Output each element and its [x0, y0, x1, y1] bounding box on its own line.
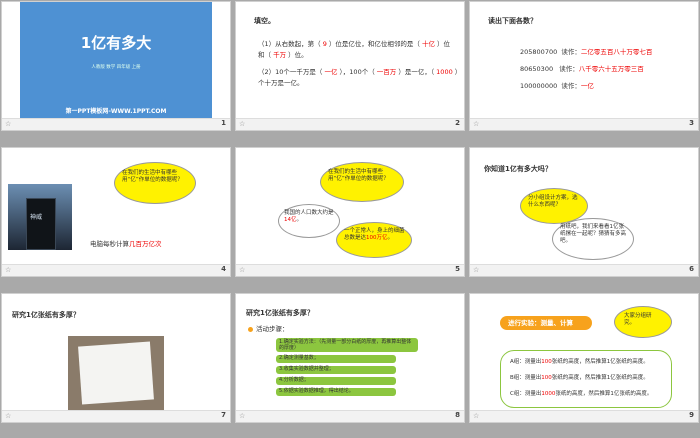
slide-number: 5 [455, 265, 460, 273]
group-row: B组：测量出100张纸的高度，然后推算1亿张纸的高度。 [510, 375, 649, 381]
bubble-text: 我国的人口数大约是14亿。 [284, 210, 334, 223]
slide-footer-bar: ☆ 9 [470, 410, 698, 422]
transition-icon: ☆ [239, 120, 246, 128]
bubble-text: 一个正常人，身上的细菌总数是达100万亿。 [344, 228, 405, 241]
question-line-2: 和（ 千万 ）位。 [258, 51, 308, 59]
transition-icon: ☆ [5, 266, 12, 274]
slide-subtitle: 人教版 数学 四年级 上册 [91, 65, 141, 70]
experiment-tag-text: 进行实验：测量、计算 [508, 319, 573, 327]
step-text: 1.确定实验方法：（先测量一部分白纸的厚度，再推算出整体的厚度） [279, 339, 412, 351]
bubble-text: 分小组设计方案，选什么东西呢？ [528, 195, 578, 208]
screen-label: 神威 [30, 214, 43, 221]
slide-footer-bar: ☆ 8 [236, 410, 464, 422]
caption: 电脑每秒计算几百万亿次 [90, 240, 162, 248]
number-row: 205800700 读作：二亿零五百八十万零七百 [520, 48, 653, 56]
paper-sheet [78, 341, 154, 405]
slide-number: 1 [221, 119, 226, 127]
slide-heading: 读出下面各数？ [488, 17, 537, 25]
slide-number: 4 [221, 265, 226, 273]
slide-footer-bar: ☆ 6 [470, 264, 698, 276]
slide-heading: 你知道1亿有多大吗？ [484, 165, 552, 173]
question-line-4: 个十万是一亿。 [258, 79, 304, 87]
transition-icon: ☆ [239, 266, 246, 274]
slide-thumbnail-2[interactable]: 填空。 （1）从右数起，第（ 9 ）位是亿位，和亿位相邻的是（ 十亿 ）位 和（… [236, 2, 464, 130]
slide-footer-bar: ☆ 1 [2, 118, 230, 130]
slide-footer-text: 第一PPT模板网-WWW.1PPT.COM [65, 108, 167, 115]
number-row: 100000000 读作：一亿 [520, 82, 594, 90]
step-text: 2.确定测量基数； [279, 355, 319, 361]
steps-label: 活动步骤： [256, 325, 289, 333]
slide-footer-bar: ☆ 7 [2, 410, 230, 422]
slide-thumbnail-5[interactable]: 在我们的生活中有哪些用“亿”作单位的数据呢？ 我国的人口数大约是14亿。 一个正… [236, 148, 464, 276]
slide-number: 2 [455, 119, 460, 127]
step-text: 4.分析数据； [279, 377, 309, 383]
server-rack [26, 198, 56, 250]
slide-number: 9 [689, 411, 694, 419]
transition-icon: ☆ [239, 412, 246, 420]
question-line-3: （2）10个一千万是（ 一亿 ），100个（ 一百万 ）是一亿，（ 1000 ） [258, 68, 462, 76]
slide-thumbnail-6[interactable]: 你知道1亿有多大吗？ 分小组设计方案，选什么东西呢？ 用纸吧，我们来看看1亿张纸… [470, 148, 698, 276]
slide-number: 7 [221, 411, 226, 419]
slide-footer-bar: ☆ 5 [236, 264, 464, 276]
bubble-text: 在我们的生活中有哪些用“亿”作单位的数据呢？ [328, 169, 389, 182]
paper-photo [68, 336, 164, 410]
transition-icon: ☆ [473, 266, 480, 274]
question-line-1: （1）从右数起，第（ 9 ）位是亿位，和亿位相邻的是（ 十亿 ）位 [258, 40, 451, 48]
bubble-text: 在我们的生活中有哪些用“亿”作单位的数据呢？ [122, 170, 183, 183]
title-panel [20, 2, 212, 119]
slide-thumbnail-3[interactable]: 读出下面各数？ 205800700 读作：二亿零五百八十万零七百 8065030… [470, 2, 698, 130]
step-text: 5.依据实验数据推理，得出结论。 [279, 388, 354, 394]
slide-footer-bar: ☆ 4 [2, 264, 230, 276]
slide-number: 6 [689, 265, 694, 273]
number-row: 80650300 读作：八千零六十五万零三百 [520, 65, 644, 73]
transition-icon: ☆ [5, 412, 12, 420]
transition-icon: ☆ [473, 120, 480, 128]
slide-heading: 研究1亿张纸有多厚？ [246, 309, 314, 317]
slide-number: 8 [455, 411, 460, 419]
slide-thumbnail-9[interactable]: 进行实验：测量、计算 大家分组研究。 A组：测量出100张纸的高度，然后推算1亿… [470, 294, 698, 422]
slide-heading: 研究1亿张纸有多厚？ [12, 311, 80, 319]
slide-heading: 填空。 [254, 17, 275, 25]
group-row: A组：测量出100张纸的高度，然后推算1亿张纸的高度。 [510, 359, 649, 365]
transition-icon: ☆ [5, 120, 12, 128]
group-row: C组：测量出1000张纸的高度，然后推算1亿张纸的高度。 [510, 391, 653, 397]
bubble-text: 大家分组研究。 [624, 313, 652, 326]
slide-footer-bar: ☆ 2 [236, 118, 464, 130]
slide-thumbnail-1[interactable]: 1亿有多大 人教版 数学 四年级 上册 第一PPT模板网-WWW.1PPT.CO… [2, 2, 230, 130]
bullet-icon [248, 327, 253, 332]
slide-number: 3 [689, 119, 694, 127]
slide-thumbnail-7[interactable]: 研究1亿张纸有多厚？ ☆ 7 [2, 294, 230, 422]
slide-footer-bar: ☆ 3 [470, 118, 698, 130]
transition-icon: ☆ [473, 412, 480, 420]
slide-thumbnail-4[interactable]: 神威 在我们的生活中有哪些用“亿”作单位的数据呢？ 电脑每秒计算几百万亿次 ☆ 4 [2, 148, 230, 276]
step-text: 3.收集实验数据并整理； [279, 366, 334, 372]
slide-title: 1亿有多大 [80, 34, 152, 52]
slide-thumbnail-8[interactable]: 研究1亿张纸有多厚？ 活动步骤： 1.确定实验方法：（先测量一部分白纸的厚度，再… [236, 294, 464, 422]
bubble-text: 用纸吧，我们来看看1亿张纸摞在一起呢？猜猜有多高吧。 [560, 224, 627, 244]
supercomputer-image: 神威 [8, 184, 72, 250]
